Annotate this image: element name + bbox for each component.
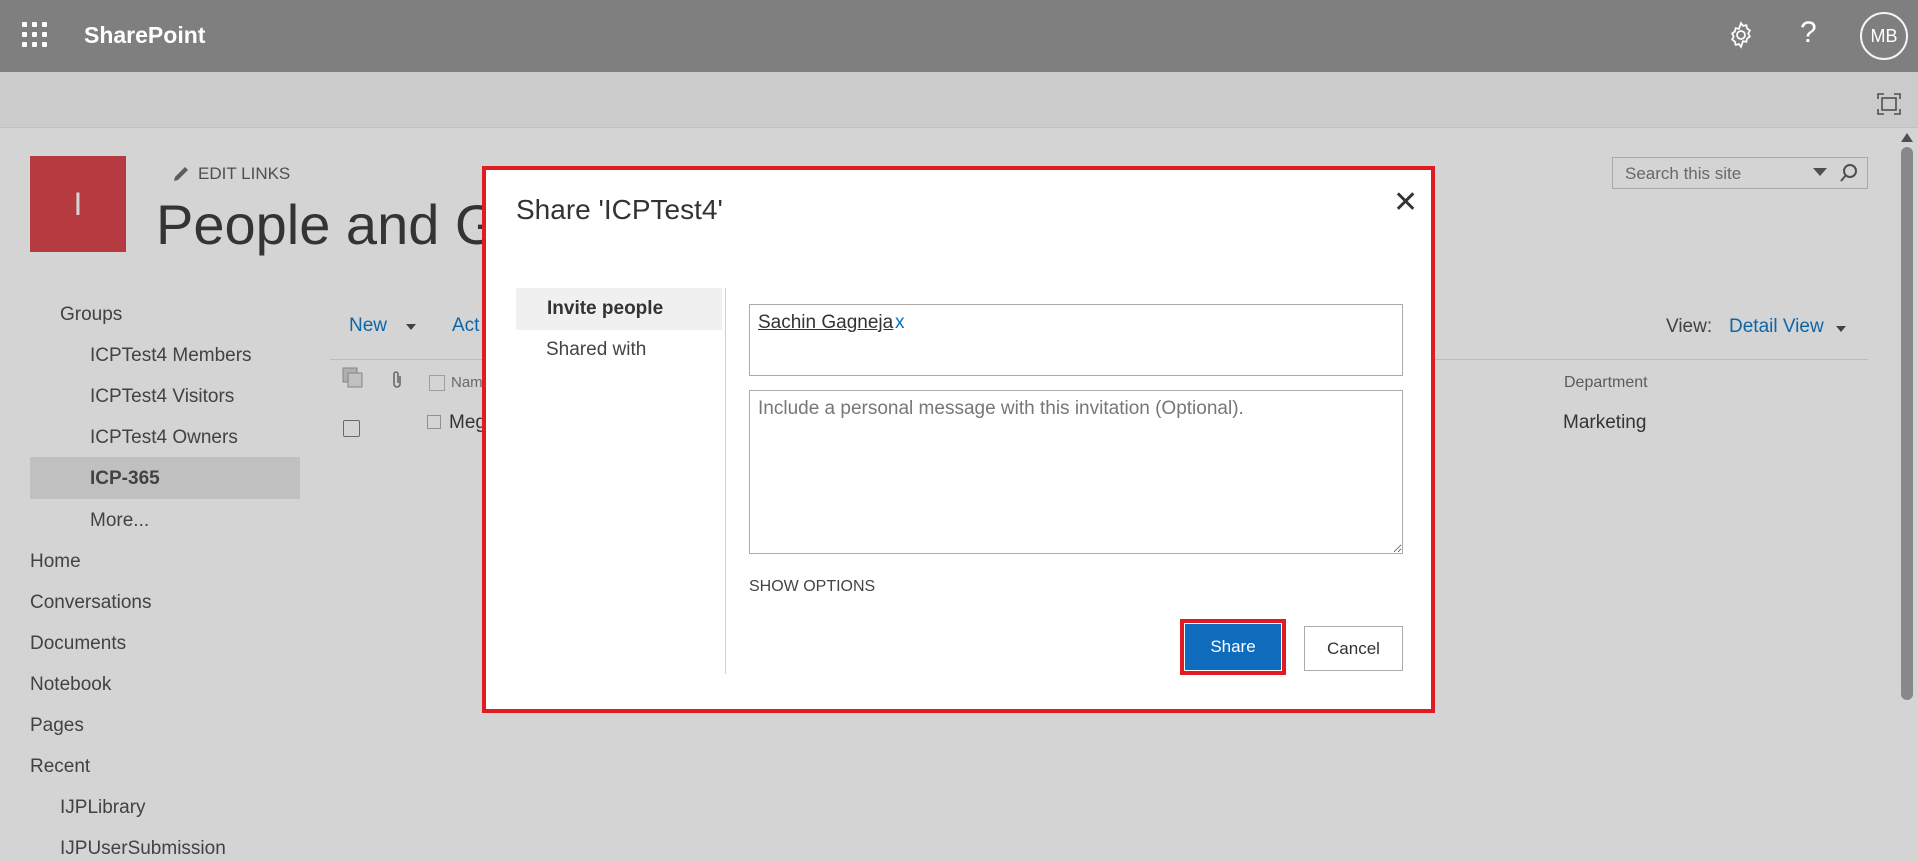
tab-shared-with[interactable]: Shared with — [546, 339, 646, 361]
tab-invite-people[interactable]: Invite people — [547, 298, 663, 320]
dialog-title: Share 'ICPTest4' — [516, 194, 723, 225]
help-icon[interactable]: ? — [1800, 16, 1817, 50]
share-button[interactable]: Share — [1185, 624, 1281, 670]
app-launcher-icon[interactable] — [22, 22, 48, 48]
show-options-link[interactable]: SHOW OPTIONS — [749, 578, 875, 596]
brand-name[interactable]: SharePoint — [84, 22, 205, 49]
share-dialog: Share 'ICPTest4' ✕ Invite people Shared … — [482, 166, 1435, 713]
dialog-divider — [725, 288, 726, 674]
cancel-button[interactable]: Cancel — [1304, 626, 1403, 671]
suite-bar: SharePoint ? MB — [0, 0, 1918, 72]
personal-message-field[interactable] — [749, 390, 1403, 554]
remove-invitee-button[interactable]: x — [895, 312, 905, 334]
invitee-name: Sachin Gagneja — [758, 312, 894, 333]
close-icon[interactable]: ✕ — [1393, 188, 1418, 218]
gear-icon[interactable] — [1726, 20, 1756, 50]
people-picker-input[interactable]: Sachin Gagneja x — [749, 304, 1403, 376]
avatar[interactable]: MB — [1860, 12, 1908, 60]
